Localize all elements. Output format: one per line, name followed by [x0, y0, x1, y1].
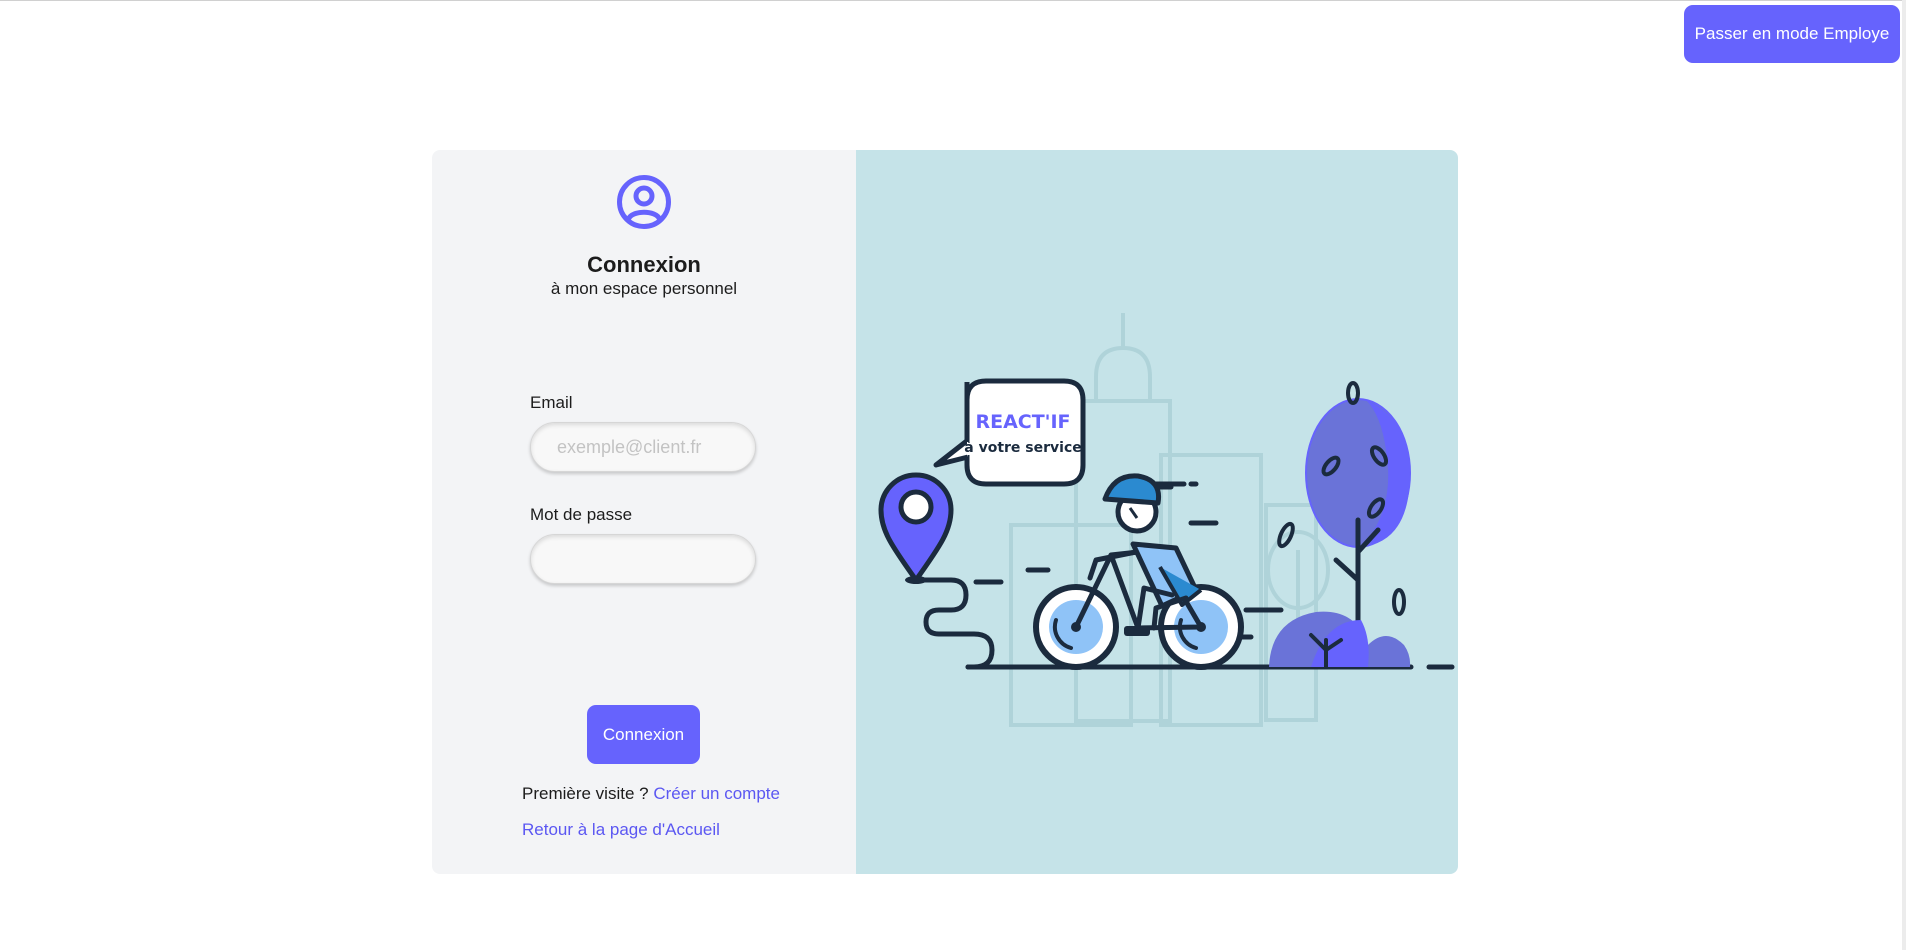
home-page-link[interactable]: Retour à la page d'Accueil	[522, 820, 720, 840]
map-pin-icon	[878, 472, 954, 584]
login-card: Connexion à mon espace personnel Email M…	[432, 150, 1458, 874]
login-form-panel: Connexion à mon espace personnel Email M…	[432, 150, 856, 874]
illustration-panel: REACT'IF à votre service	[856, 150, 1458, 874]
cyclist-illustration: REACT'IF à votre service	[878, 313, 1455, 727]
create-account-link[interactable]: Créer un compte	[653, 784, 780, 803]
login-submit-button[interactable]: Connexion	[587, 705, 700, 764]
employee-mode-button[interactable]: Passer en mode Employe	[1684, 5, 1900, 63]
first-visit-text: Première visite ?	[522, 784, 649, 803]
brand-tagline-text: à votre service	[964, 440, 1081, 456]
user-circle-icon	[617, 175, 671, 229]
winding-path	[913, 577, 995, 670]
password-label: Mot de passe	[530, 505, 633, 524]
email-field[interactable]	[530, 422, 756, 472]
password-field[interactable]	[530, 534, 756, 584]
page-subtitle: à mon espace personnel	[550, 279, 738, 298]
brand-logo-text: REACT'IF	[975, 411, 1070, 433]
first-visit-line: Première visite ? Créer un compte	[522, 784, 780, 804]
page-title: Connexion	[587, 252, 701, 277]
scrollbar-track	[1902, 0, 1906, 950]
top-border	[0, 0, 1906, 1]
speech-bubble: REACT'IF à votre service	[933, 378, 1086, 487]
bush-graphic	[1269, 611, 1411, 669]
email-label: Email	[530, 393, 573, 412]
